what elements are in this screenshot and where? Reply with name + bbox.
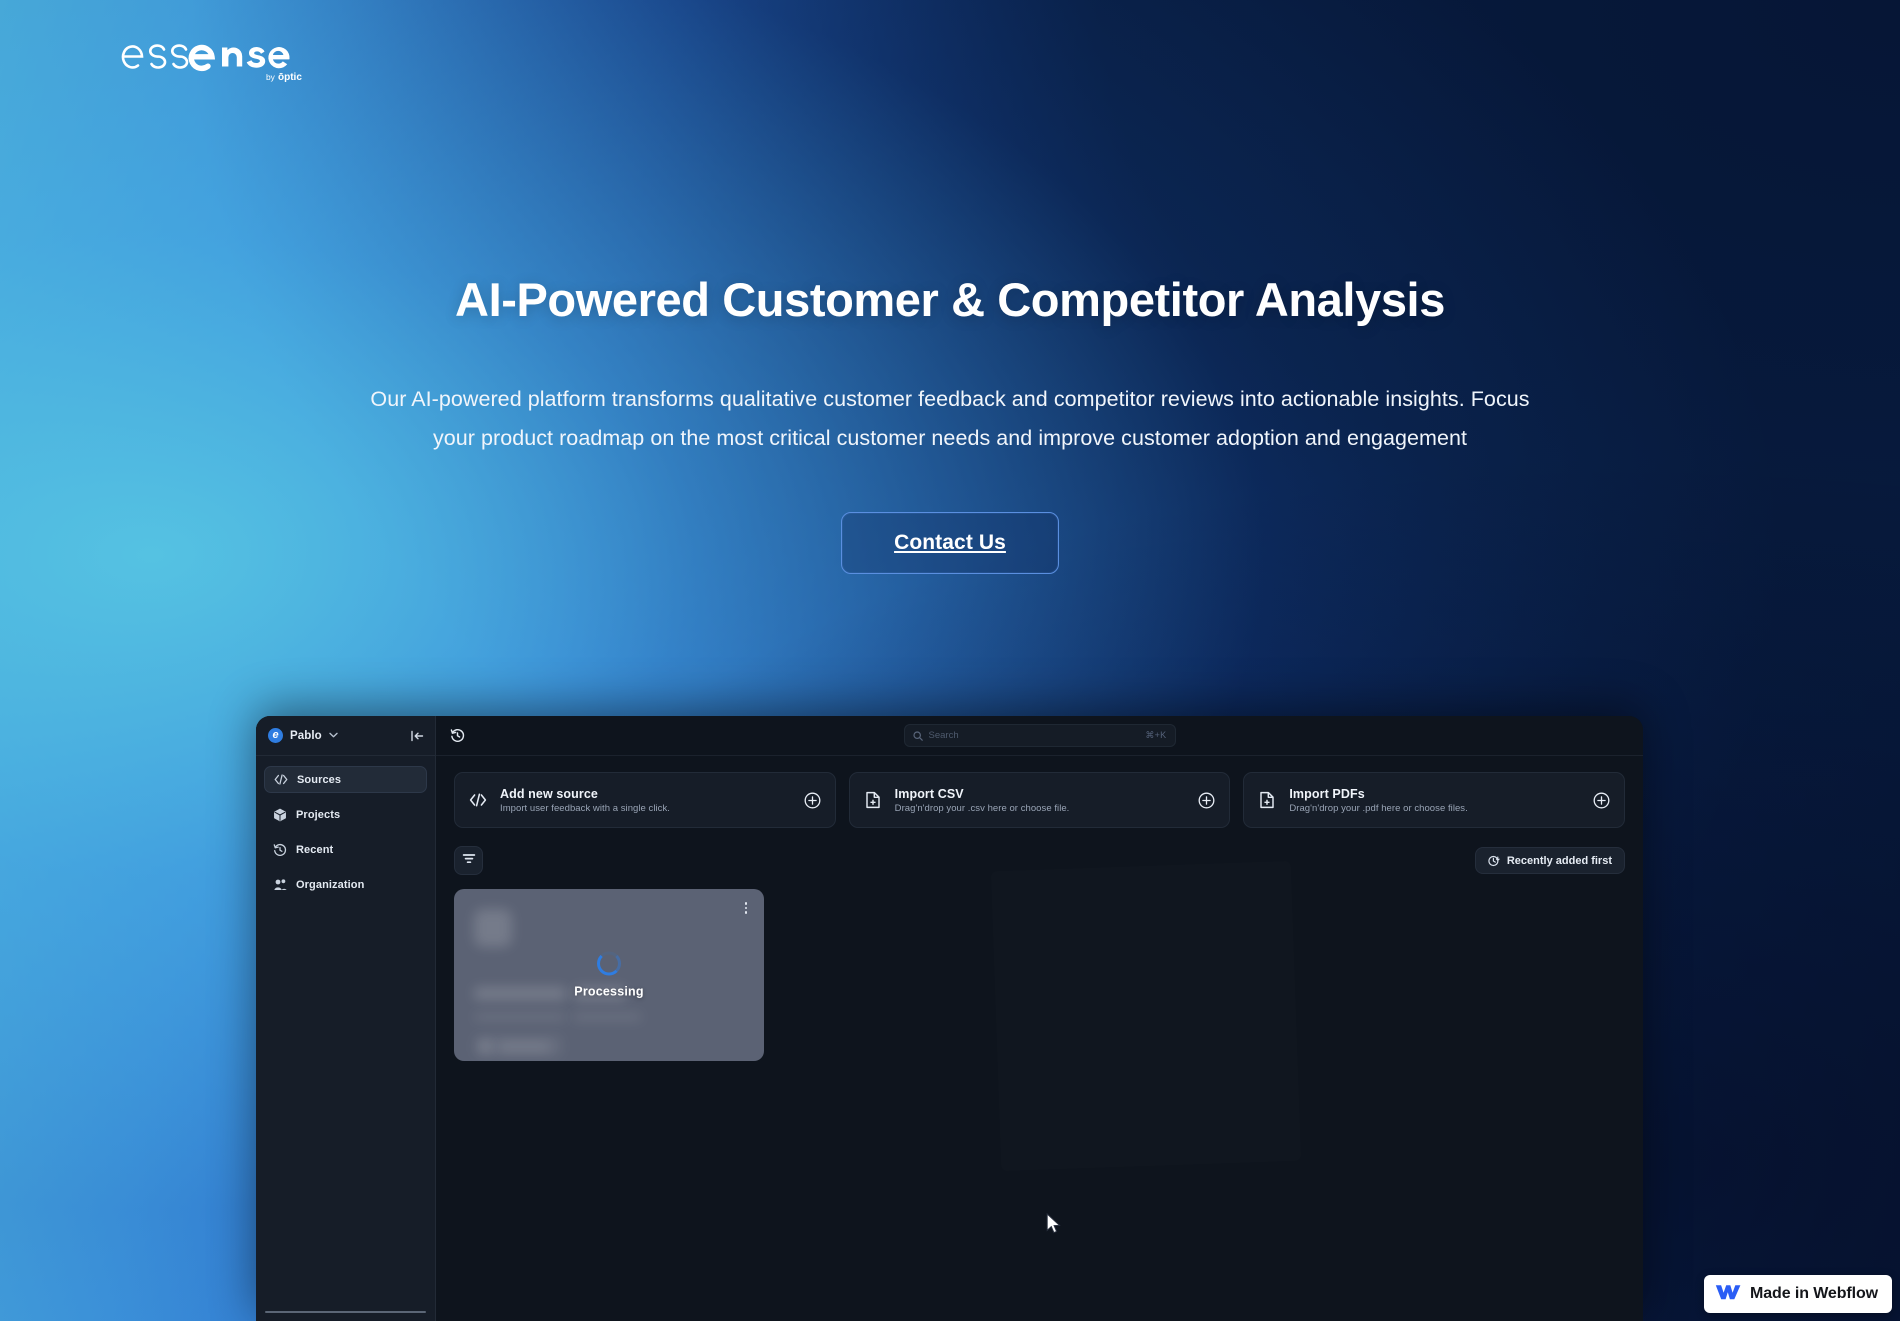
sort-order-label: Recently added first (1506, 854, 1612, 867)
filter-icon (462, 852, 476, 870)
app-content: Add new source Import user feedback with… (436, 756, 1643, 1321)
essense-logo[interactable]: by ōptic (118, 28, 328, 86)
app-screenshot-panel: e Pablo Sources Projects Recent Organiza… (256, 716, 1643, 1321)
card-description: Drag'n'drop your .pdf here or choose fil… (1289, 802, 1468, 814)
add-new-source-card[interactable]: Add new source Import user feedback with… (454, 772, 836, 828)
essense-mark-icon: e (268, 728, 283, 743)
webflow-logo-icon (1715, 1283, 1741, 1306)
plus-circle-icon[interactable] (804, 792, 821, 809)
hero-subtitle: Our AI-powered platform transforms quali… (370, 387, 1530, 451)
sidebar-item-recent[interactable]: Recent (264, 836, 427, 863)
card-title: Import CSV (894, 786, 964, 801)
search-input[interactable]: Search ⌘+K (903, 724, 1176, 747)
sidebar-nav: Sources Projects Recent Organization (256, 756, 435, 898)
clock-arrow-icon (1488, 855, 1500, 867)
app-topbar: Search ⌘+K (436, 716, 1643, 756)
history-icon (273, 843, 287, 857)
made-in-webflow-badge[interactable]: Made in Webflow (1704, 1275, 1892, 1313)
plus-circle-icon[interactable] (1593, 792, 1610, 809)
svg-text:by: by (266, 72, 276, 82)
list-toolbar: Recently added first (454, 846, 1625, 875)
card-description: Import user feedback with a single click… (500, 802, 670, 814)
sidebar-item-sources[interactable]: Sources (264, 766, 427, 793)
made-in-webflow-label: Made in Webflow (1750, 1285, 1878, 1302)
collapse-sidebar-icon[interactable] (410, 730, 424, 742)
search-placeholder: Search (928, 730, 959, 741)
file-plus-icon (864, 791, 882, 809)
card-title: Add new source (500, 786, 598, 801)
sidebar-item-projects[interactable]: Projects (264, 801, 427, 828)
source-card-processing[interactable]: Processing (454, 889, 764, 1061)
cta-container: Contact Us (0, 512, 1900, 575)
search-shortcut-hint: ⌘+K (1145, 730, 1167, 740)
import-pdfs-card[interactable]: Import PDFs Drag'n'drop your .pdf here o… (1243, 772, 1626, 828)
card-text: Add new source Import user feedback with… (500, 787, 791, 814)
card-text: Import PDFs Drag'n'drop your .pdf here o… (1289, 787, 1580, 814)
landing-page: by ōptic AI-Powered Customer & Competito… (0, 0, 1900, 1321)
plus-circle-icon[interactable] (1198, 792, 1215, 809)
app-main: Search ⌘+K Add new source Import user fe… (436, 716, 1643, 1321)
contact-us-button[interactable]: Contact Us (841, 512, 1059, 575)
card-meta-placeholder (572, 1013, 642, 1021)
card-text: Import CSV Drag'n'drop your .csv here or… (895, 787, 1186, 814)
sidebar-divider (265, 1311, 426, 1313)
hero-section: AI-Powered Customer & Competitor Analysi… (0, 272, 1900, 575)
sidebar-item-label: Projects (296, 808, 341, 821)
users-icon (273, 878, 287, 892)
filter-button[interactable] (454, 846, 483, 875)
card-title: Import PDFs (1289, 786, 1365, 801)
history-icon[interactable] (450, 728, 465, 743)
card-description: Drag'n'drop your .csv here or choose fil… (894, 802, 1070, 814)
loading-spinner-icon (597, 951, 621, 976)
page-title: AI-Powered Customer & Competitor Analysi… (455, 273, 1445, 326)
card-thumbnail-placeholder (474, 909, 512, 947)
action-cards-row: Add new source Import user feedback with… (454, 772, 1626, 828)
kebab-menu-icon[interactable] (740, 901, 752, 915)
card-meta-placeholder (474, 1013, 566, 1021)
file-plus-icon (1258, 791, 1276, 809)
sidebar-item-organization[interactable]: Organization (264, 871, 427, 898)
sidebar-item-label: Recent (296, 843, 334, 856)
sidebar-item-label: Sources (297, 773, 342, 786)
status-badge: Processing (574, 984, 644, 999)
search-icon (912, 730, 923, 741)
chevron-down-icon[interactable] (329, 731, 338, 740)
card-chip-label-placeholder (498, 1043, 550, 1051)
code-icon (469, 791, 487, 809)
box-icon (273, 808, 287, 822)
card-chip-avatar-placeholder (480, 1041, 491, 1052)
app-sidebar: e Pablo Sources Projects Recent Organiza… (256, 716, 436, 1321)
processing-overlay: Processing (454, 951, 764, 999)
import-csv-card[interactable]: Import CSV Drag'n'drop your .csv here or… (848, 772, 1231, 828)
svg-text:ōptic: ōptic (278, 72, 302, 83)
sort-order-button[interactable]: Recently added first (1474, 847, 1625, 874)
sidebar-item-label: Organization (296, 878, 365, 891)
workspace-switcher[interactable]: e Pablo (256, 716, 435, 756)
code-icon (274, 773, 288, 787)
sources-grid: Processing (454, 889, 1625, 1061)
workspace-name: Pablo (290, 729, 322, 742)
